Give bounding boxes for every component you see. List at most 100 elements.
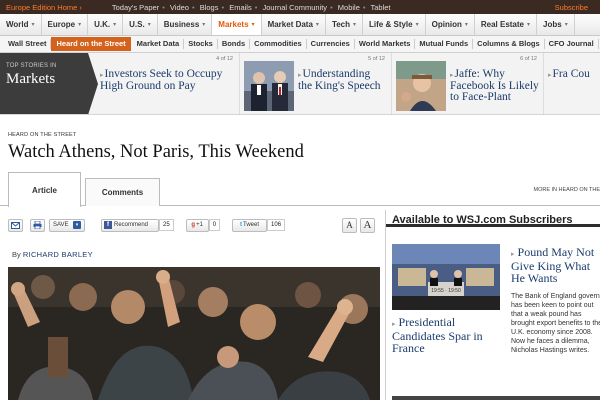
story-headline[interactable]: Investors Seek to Occupy High Ground on … [100,68,222,92]
subscribe-link[interactable]: Subscribe [555,3,588,12]
subnav-market-data[interactable]: Market Data [133,39,185,49]
top-story-4[interactable]: ▸Fra Cou [544,53,600,114]
nav-real-estate[interactable]: Real Estate ▾ [475,14,538,35]
arrow-right-icon: ▸ [392,320,396,328]
edition-home-link[interactable]: Europe Edition Home › [6,3,82,12]
subnav-currencies[interactable]: Currencies [307,39,355,49]
story-counter: 5 of 12 [368,56,385,62]
chevron-down-icon: ▾ [564,22,568,28]
nav-uk[interactable]: U.K. ▾ [88,14,124,35]
story-headline[interactable]: Fra Cou [553,68,590,80]
subnav-commodities[interactable]: Commodities [250,39,307,49]
chevron-down-icon: ▾ [202,22,206,28]
util-link-journal-community[interactable]: Journal Community [262,3,327,12]
twitter-icon: t [240,222,243,228]
google-plus-count: 0 [208,219,221,231]
arrow-right-icon: ▸ [298,71,302,79]
nav-jobs[interactable]: Jobs ▾ [537,14,575,35]
arrow-right-icon: ▸ [450,71,454,79]
nav-tech[interactable]: Tech ▾ [326,14,364,35]
nav-business[interactable]: Business ▾ [158,14,213,35]
sidebar-story-2[interactable]: ▸ Pound May Not Give King What He Wants … [511,246,600,355]
article-tools: SAVE ▾ f Recommend 25 g +1 0 t Tweet 106 A … [8,216,378,234]
nav-opinion[interactable]: Opinion ▾ [426,14,475,35]
story-headline[interactable]: Jaffe: Why Facebook Is Likely to Face-Pl… [450,68,539,103]
svg-text:19:55 · 19:50: 19:55 · 19:50 [431,288,461,294]
util-link-todays-paper[interactable]: Today's Paper [112,3,159,12]
sidebar-divider [392,396,600,400]
nav-europe[interactable]: Europe ▾ [42,14,89,35]
subnav-mutual-funds[interactable]: Mutual Funds [415,39,474,49]
chevron-down-icon: ▾ [353,22,357,28]
subnav-columns-blogs[interactable]: Columns & Blogs [473,39,545,49]
sidebar-story-2-summary: The Bank of England governor has been ke… [511,293,600,354]
print-button[interactable] [30,218,45,232]
util-link-video[interactable]: Video [170,3,189,12]
article-headline: Watch Athens, Not Paris, This Weekend [8,142,304,162]
story-thumbnail[interactable] [396,61,446,111]
util-link-emails[interactable]: Emails [229,3,252,12]
google-icon: g [191,222,196,228]
story-thumbnail[interactable] [244,61,294,111]
tab-article[interactable]: Article [8,172,81,207]
author-link[interactable]: RICHARD BARLEY [23,250,93,259]
top-story-3[interactable]: 6 of 12 ▸Jaffe: Why Facebook Is Likely t… [392,53,544,114]
util-link-tablet[interactable]: Tablet [370,3,390,12]
util-link-blogs[interactable]: Blogs [200,3,219,12]
top-story-2[interactable]: 5 of 12 ▸Understanding the King's Speech [240,53,392,114]
article-tabs: Article Comments MORE IN HEARD ON THE [0,172,600,207]
chevron-down-icon: ▾ [527,22,531,28]
nav-us[interactable]: U.S. ▾ [123,14,158,35]
primary-nav: World ▾ Europe ▾ U.K. ▾ U.S. ▾ Business ▾ Mar… [0,14,600,36]
byline: By RICHARD BARLEY [12,250,93,259]
chevron-down-icon: ▾ [315,22,319,28]
google-plus-button[interactable]: g +1 [185,218,209,232]
utility-links: Today's Paper • Video • Blogs • Emails • Jou… [111,2,391,12]
font-increase-button[interactable]: A [360,217,375,233]
chevron-down-icon: ▾ [113,22,117,28]
subscribers-sidebar: Available to WSJ.com Subscribers 19:55 ·… [385,210,600,400]
font-decrease-button[interactable]: A [342,217,357,233]
top-story-1[interactable]: 4 of 12 ▸Investors Seek to Occupy High G… [88,53,240,114]
subnav-stocks[interactable]: Stocks [184,39,218,49]
subnav-world-markets[interactable]: World Markets [355,39,416,49]
sidebar-story-1[interactable]: ▸ Presidential Candidates Spar in France [392,316,500,354]
subnav-cfo-journal[interactable]: CFO Journal [545,39,599,49]
arrow-right-icon: ▸ [100,71,104,79]
top-stories-strip: TOP STORIES IN Markets 4 of 12 ▸Investor… [0,53,600,115]
facebook-icon: f [104,221,112,229]
article-kicker[interactable]: HEARD ON THE STREET [8,132,76,138]
email-button[interactable] [8,218,23,232]
story-headline[interactable]: Understanding the King's Speech [298,68,381,92]
secondary-nav: Wall Street Heard on the Street Market D… [0,36,600,53]
top-utility-bar: Europe Edition Home › Today's Paper • Vid… [0,0,600,14]
tweet-button[interactable]: t Tweet [232,218,268,232]
article-photo [8,267,380,400]
subnav-heard-on-the-street[interactable]: Heard on the Street [51,37,131,51]
save-button[interactable]: SAVE ▾ [49,218,85,232]
tab-comments[interactable]: Comments [85,178,160,206]
nav-world[interactable]: World ▾ [0,14,42,35]
top-stories-label: TOP STORIES IN Markets [0,53,98,115]
subnav-bonds[interactable]: Bonds [218,39,251,49]
chevron-down-icon: ▾ [147,22,151,28]
story-counter: 6 of 12 [520,56,537,62]
nav-market-data[interactable]: Market Data ▾ [262,14,326,35]
arrow-right-icon: ▸ [548,71,552,79]
more-in-link[interactable]: MORE IN HEARD ON THE [533,187,600,193]
sidebar-story-image[interactable]: 19:55 · 19:50 [392,244,500,310]
email-icon [11,221,20,229]
chevron-down-icon: ▾ [73,221,81,229]
arrow-right-icon: ▸ [511,250,515,258]
util-link-mobile[interactable]: Mobile [338,3,360,12]
facebook-recommend-button[interactable]: f Recommend [101,218,159,232]
nav-markets[interactable]: Markets ▾ [212,14,262,35]
sidebar-title: Available to WSJ.com Subscribers [386,210,600,227]
chevron-down-icon: ▾ [31,22,35,28]
chevron-down-icon: ▾ [78,22,82,28]
tweet-count: 106 [267,219,286,231]
chevron-down-icon: ▾ [464,22,468,28]
nav-life-style[interactable]: Life & Style ▾ [363,14,426,35]
subnav-wall-street[interactable]: Wall Street [4,39,52,49]
story-counter: 4 of 12 [216,56,233,62]
